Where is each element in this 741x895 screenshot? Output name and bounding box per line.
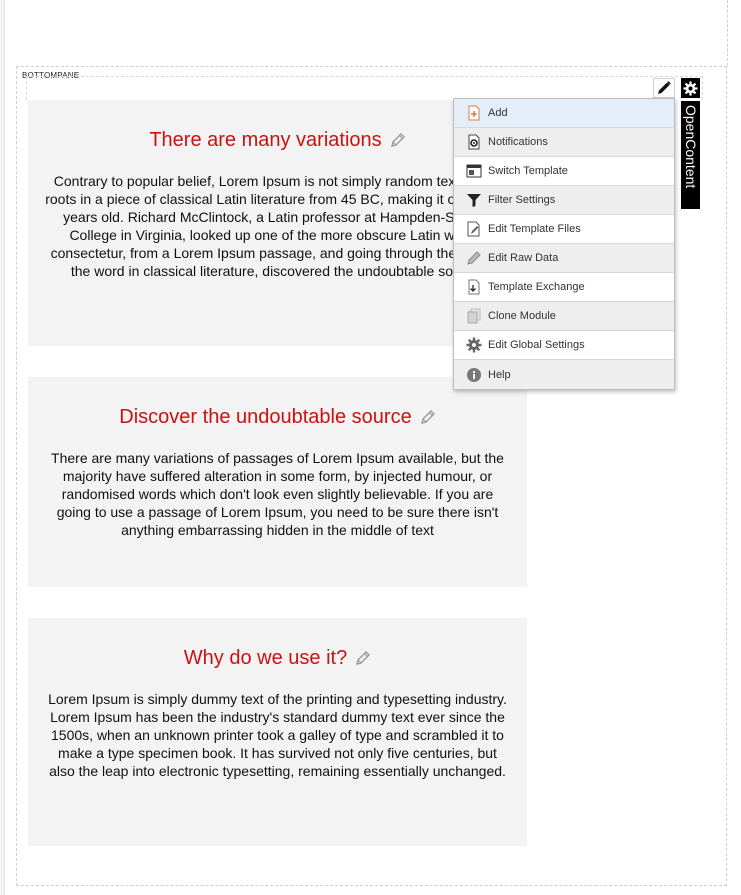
card-title-row: Why do we use it? xyxy=(44,646,511,670)
card-title: Discover the undoubtable source xyxy=(119,406,412,428)
clone-icon xyxy=(466,308,482,324)
content-card: Why do we use it? Lorem Ipsum is simply … xyxy=(28,618,527,846)
card-body: There are many variations of passages of… xyxy=(51,450,504,538)
page-right-guide xyxy=(727,0,728,66)
page-left-edge xyxy=(0,0,5,895)
menu-item-template-exchange[interactable]: Template Exchange xyxy=(454,273,674,302)
menu-item-label: Help xyxy=(488,368,511,381)
card-title-row: There are many variations xyxy=(44,128,511,152)
menu-item-label: Filter Settings xyxy=(488,194,556,206)
card-body: Contrary to popular belief, Lorem Ipsum … xyxy=(45,173,510,279)
edit-template-icon xyxy=(466,221,482,237)
menu-item-label: Edit Global Settings xyxy=(488,339,585,351)
filter-icon xyxy=(466,192,482,208)
edit-pencil-icon[interactable] xyxy=(355,650,371,666)
menu-item-edit-raw-data[interactable]: Edit Raw Data xyxy=(454,244,674,273)
module-settings-button[interactable] xyxy=(681,78,700,98)
card-title: Why do we use it? xyxy=(183,647,348,669)
menu-item-label: Switch Template xyxy=(488,165,568,177)
module-actions-menu: Add Notifications Switch Template Filter… xyxy=(453,98,675,390)
opencontent-tab-label: OpenContent xyxy=(683,105,699,189)
menu-item-filter-settings[interactable]: Filter Settings xyxy=(454,186,674,215)
menu-item-switch-template[interactable]: Switch Template xyxy=(454,157,674,186)
menu-item-label: Add xyxy=(488,107,508,119)
menu-item-label: Notifications xyxy=(488,136,548,148)
edit-pencil-icon[interactable] xyxy=(390,132,406,148)
opencontent-tab[interactable]: OpenContent xyxy=(681,101,700,209)
help-icon xyxy=(466,367,482,383)
menu-item-notifications[interactable]: Notifications xyxy=(454,128,674,157)
menu-item-clone-module[interactable]: Clone Module xyxy=(454,302,674,331)
menu-item-label: Edit Template Files xyxy=(488,223,581,235)
card-title-row: Discover the undoubtable source xyxy=(44,405,511,429)
menu-item-add[interactable]: Add xyxy=(454,99,674,128)
pencil-icon xyxy=(656,80,672,96)
menu-item-label: Clone Module xyxy=(488,310,556,322)
card-body: Lorem Ipsum is simply dummy text of the … xyxy=(48,691,507,779)
edit-pencil-icon[interactable] xyxy=(420,409,436,425)
menu-item-help[interactable]: Help xyxy=(454,360,674,389)
pencil-icon xyxy=(466,250,482,266)
card-title: There are many variations xyxy=(149,129,382,151)
content-card: Discover the undoubtable source There ar… xyxy=(28,377,527,587)
menu-item-label: Template Exchange xyxy=(488,281,585,293)
notifications-icon xyxy=(466,134,482,150)
module-edit-button[interactable] xyxy=(653,78,675,98)
gear-icon xyxy=(683,80,698,96)
add-document-icon xyxy=(466,105,482,121)
menu-item-label: Edit Raw Data xyxy=(488,252,559,264)
switch-template-icon xyxy=(466,163,482,179)
menu-item-edit-template-files[interactable]: Edit Template Files xyxy=(454,215,674,244)
module-frame xyxy=(26,76,703,100)
gear-icon xyxy=(466,337,482,353)
template-exchange-icon xyxy=(466,279,482,295)
menu-item-edit-global-settings[interactable]: Edit Global Settings xyxy=(454,331,674,360)
